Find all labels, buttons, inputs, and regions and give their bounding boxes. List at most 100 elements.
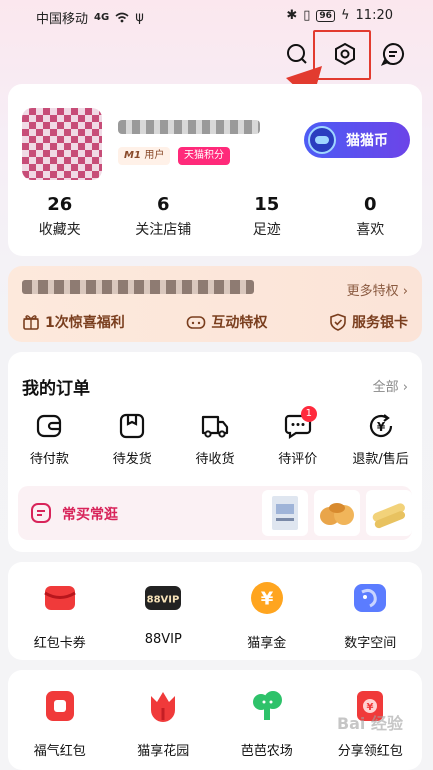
service-lucky-envelope[interactable]: 福气红包 — [8, 686, 112, 759]
refund-icon: ¥ — [369, 414, 392, 438]
frequent-buy-bar[interactable]: 常买常逛 — [18, 486, 412, 540]
red-envelope-card-icon — [43, 586, 76, 610]
vibrate-icon: ▯ — [303, 8, 311, 23]
perk-interaction[interactable]: 互动特权 — [186, 312, 267, 332]
service-label: 数字空间 — [344, 636, 397, 651]
stat-value: 15 — [254, 194, 280, 215]
truck-icon — [201, 415, 229, 438]
review-count-badge: 1 — [300, 406, 317, 422]
profile-card: M1 用户 天猫积分 猫猫币 26 收藏夹 6 关注店铺 15 足迹 0 喜欢 — [8, 84, 422, 256]
order-label: 待评价 — [278, 452, 318, 467]
frequent-buy-label: 常买常逛 — [62, 507, 118, 523]
cat-coin-label: 猫猫币 — [346, 133, 388, 149]
perk-label: 1次惊喜福利 — [45, 315, 125, 331]
service-red-envelope-card[interactable]: 红包卡券 — [8, 578, 112, 651]
wifi-icon — [115, 12, 129, 23]
farm-tree-icon — [252, 691, 282, 720]
perk-service[interactable]: 服务银卡 — [329, 312, 408, 332]
stat-footprints[interactable]: 15 足迹 — [215, 194, 319, 239]
perks-row: 1次惊喜福利 互动特权 服务银卡 — [22, 312, 408, 332]
service-label: 红包卡券 — [33, 636, 86, 651]
stat-value: 0 — [363, 194, 377, 215]
lucky-envelope-icon — [45, 691, 74, 721]
order-label: 退款/售后 — [352, 452, 409, 467]
order-pending-review[interactable]: 1 待评价 — [256, 406, 339, 467]
top-toolbar — [281, 38, 409, 70]
order-label: 待付款 — [29, 452, 69, 467]
share-envelope-icon: ¥ — [357, 691, 384, 721]
search-icon[interactable] — [281, 38, 313, 70]
digital-space-icon — [354, 584, 387, 612]
product-thumbnail[interactable] — [314, 490, 360, 536]
gamepad-icon — [187, 316, 206, 329]
yen-coin-icon: ¥ — [250, 582, 283, 614]
carrier-label: 中国移动 — [36, 12, 89, 27]
order-label: 待收货 — [195, 452, 235, 467]
coin-icon — [308, 126, 336, 154]
charging-icon: ϟ — [340, 8, 350, 23]
signal-icon: 4G — [94, 12, 110, 23]
shield-check-icon — [330, 313, 346, 331]
order-pending-receipt[interactable]: 待收货 — [174, 410, 257, 467]
service-farm[interactable]: 芭芭农场 — [215, 686, 319, 759]
order-pending-shipment[interactable]: 待发货 — [91, 410, 174, 467]
services-row: 红包卡券 88VIP 88VIP ¥ 猫享金 数字空间 — [8, 578, 422, 651]
frequent-buy-icon — [31, 503, 51, 523]
cat-coin-button[interactable]: 猫猫币 — [304, 122, 410, 158]
stat-value: 6 — [156, 194, 170, 215]
wallet-icon — [37, 414, 62, 438]
stat-favorites[interactable]: 26 收藏夹 — [8, 194, 112, 239]
stat-label: 足迹 — [252, 222, 281, 238]
stat-label: 收藏夹 — [38, 222, 81, 238]
status-bar: 中国移动 4G ψ ✱ ▯ 96 ϟ 11:20 — [0, 0, 433, 32]
message-icon[interactable] — [377, 38, 409, 70]
vip-perks-card[interactable]: 更多特权 › 1次惊喜福利 互动特权 服务银卡 — [8, 266, 422, 342]
stat-likes[interactable]: 0 喜欢 — [319, 194, 423, 239]
services-row-2: 福气红包 猫享花园 芭芭农场 ¥ 分享领红包 — [8, 686, 422, 759]
88vip-icon: 88VIP — [145, 586, 182, 610]
svg-text:¥: ¥ — [367, 702, 374, 713]
member-level-suffix: 用户 — [144, 150, 165, 161]
svg-text:¥: ¥ — [376, 420, 385, 434]
clock: 11:20 — [355, 8, 393, 23]
gift-icon — [23, 315, 39, 330]
product-thumbnail[interactable] — [262, 490, 308, 536]
nickname-blurred — [118, 120, 260, 134]
service-88vip[interactable]: 88VIP 88VIP — [112, 578, 216, 651]
tulip-icon — [151, 692, 176, 722]
all-orders-link[interactable]: 全部 › — [373, 376, 408, 395]
product-thumbnail[interactable] — [366, 490, 412, 536]
avatar[interactable] — [22, 108, 102, 180]
service-label: 猫享金 — [247, 636, 287, 651]
perk-gift[interactable]: 1次惊喜福利 — [22, 312, 125, 332]
services-card: 红包卡券 88VIP 88VIP ¥ 猫享金 数字空间 — [8, 562, 422, 660]
service-mao-xiang-jin[interactable]: ¥ 猫享金 — [215, 578, 319, 651]
stat-value: 26 — [47, 194, 73, 215]
order-pending-payment[interactable]: 待付款 — [8, 410, 91, 467]
usb-icon: ψ — [135, 10, 144, 25]
service-digital-space[interactable]: 数字空间 — [319, 578, 423, 651]
vip-title-blurred — [22, 280, 254, 294]
service-label: 分享领红包 — [337, 744, 403, 759]
settings-icon[interactable] — [329, 38, 361, 70]
order-status-row: 待付款 待发货 待收货 1 待评价 ¥ 退款/售后 — [8, 406, 422, 467]
services-card-2: 福气红包 猫享花园 芭芭农场 ¥ 分享领红包 — [8, 670, 422, 770]
points-badge[interactable]: 天猫积分 — [178, 147, 230, 165]
box-icon — [120, 413, 145, 439]
stat-label: 关注店铺 — [135, 222, 192, 238]
more-perks-link[interactable]: 更多特权 › — [347, 280, 408, 299]
member-level-badge[interactable]: M1 用户 — [118, 147, 171, 165]
bluetooth-icon: ✱ — [286, 8, 298, 23]
service-share-envelope[interactable]: ¥ 分享领红包 — [319, 686, 423, 759]
perk-label: 服务银卡 — [352, 315, 408, 331]
orders-card: 我的订单 全部 › 待付款 待发货 待收货 1 待评价 ¥ 退款/售后 常买常逛 — [8, 352, 422, 552]
perk-label: 互动特权 — [211, 315, 268, 331]
member-level: M1 — [124, 150, 141, 161]
svg-text:¥: ¥ — [260, 589, 273, 610]
service-garden[interactable]: 猫享花园 — [112, 686, 216, 759]
service-label: 芭芭农场 — [240, 744, 293, 759]
service-label: 福气红包 — [33, 744, 86, 759]
order-refund[interactable]: ¥ 退款/售后 — [339, 410, 422, 467]
battery-indicator: 96 — [316, 9, 335, 22]
stat-followed-shops[interactable]: 6 关注店铺 — [112, 194, 216, 239]
